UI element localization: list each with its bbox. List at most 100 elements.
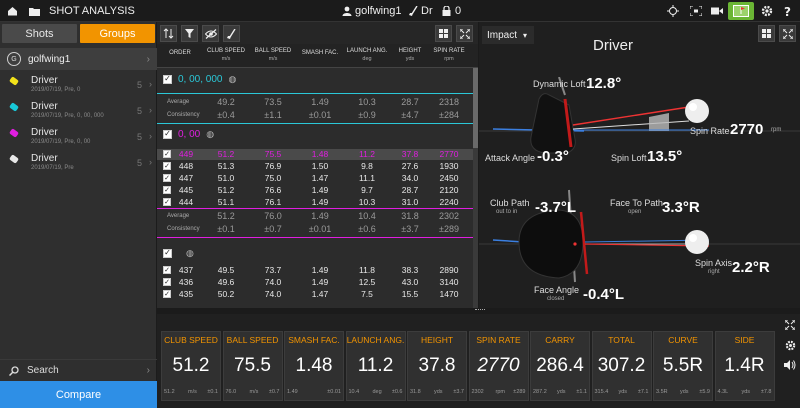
sort-icon[interactable] — [160, 25, 177, 42]
globe-icon[interactable]: ◍ — [206, 129, 214, 140]
group-checkbox[interactable]: ✓ — [163, 248, 172, 258]
sidebar-group-item[interactable]: Driver 2019/07/19, Pre, 0 5 › — [0, 72, 157, 98]
settings-icon[interactable] — [761, 0, 773, 22]
home-icon[interactable] — [7, 0, 18, 22]
metric-card[interactable]: LAUNCH ANG. 11.2 10.4 deg ±0.6 — [345, 331, 406, 401]
table-cell: 1.49 — [311, 277, 329, 287]
metric-footer: 51.2 m/s ±0.1 — [164, 389, 218, 398]
metric-card[interactable]: CLUB SPEED 51.2 51.2 m/s ±0.1 — [161, 331, 221, 401]
screen-capture-icon[interactable] — [690, 0, 702, 22]
club-path-subtitle: out to in — [496, 209, 518, 215]
dynamic-loft-label: Dynamic Loft — [533, 79, 586, 89]
column-header[interactable]: SMASH FAC. — [298, 49, 342, 57]
metric-card[interactable]: BALL SPEED 75.5 76.0 m/s ±0.7 — [222, 331, 283, 401]
expand-icon[interactable] — [783, 318, 797, 332]
column-header[interactable]: HEIGHT yds — [393, 47, 427, 63]
settings-icon[interactable] — [783, 338, 797, 352]
group-header[interactable]: ✓ 0, 00 ◍ — [157, 123, 474, 145]
metric-card[interactable]: SIDE 1.4R 4.3L yds ±7.8 — [714, 331, 775, 401]
table-row[interactable]: ✓ 449 51.2 75.5 1.48 11.2 37.8 2770 — [157, 149, 474, 160]
table-row[interactable]: ✓ 436 49.6 74.0 1.49 12.5 43.0 3140 — [157, 277, 474, 288]
table-row[interactable]: ✓ 435 50.2 74.0 1.47 7.5 15.5 1470 — [157, 289, 474, 300]
globe-icon[interactable]: ◍ — [228, 74, 236, 85]
row-checkbox[interactable]: ✓ — [163, 198, 171, 206]
course-view-icon[interactable] — [728, 2, 754, 20]
table-scrollbar[interactable] — [473, 68, 478, 308]
club-name[interactable]: Dr — [421, 0, 433, 22]
speaker-icon[interactable] — [783, 358, 797, 372]
table-row[interactable]: ✓ 437 49.5 73.7 1.49 11.8 38.3 2890 — [157, 265, 474, 276]
sidebar-group-item[interactable]: Driver 2019/07/19, Pre, 0, 00 5 › — [0, 124, 157, 150]
metric-average: 31.8 — [410, 389, 421, 395]
table-row[interactable]: ✓ 444 51.1 76.1 1.49 10.3 31.0 2240 — [157, 197, 474, 208]
row-checkbox[interactable]: ✓ — [163, 266, 171, 274]
hide-icon[interactable] — [202, 25, 219, 42]
metric-card[interactable]: CURVE 5.5R 3.5R yds ±5.9 — [653, 331, 713, 401]
metric-card[interactable]: HEIGHT 37.8 31.8 yds ±3.7 — [407, 331, 467, 401]
spin-axis-label: Spin Axis — [695, 258, 733, 268]
average-cell: 1.49 — [311, 211, 329, 221]
column-header[interactable]: LAUNCH ANG. deg — [343, 47, 391, 63]
table-row[interactable]: ✓ 447 51.0 75.0 1.47 11.1 34.0 2450 — [157, 173, 474, 184]
sidebar-group-item[interactable]: Driver 2019/07/19, Pre, 0, 00, 000 5 › — [0, 98, 157, 124]
crosshair-icon[interactable] — [667, 0, 679, 22]
metric-value: 37.8 — [418, 355, 456, 376]
group-checkbox[interactable]: ✓ — [163, 74, 172, 84]
metric-label: HEIGHT — [420, 335, 454, 345]
row-checkbox[interactable]: ✓ — [163, 278, 171, 286]
table-toolbar — [157, 22, 478, 44]
drag-handle-icon[interactable] — [475, 309, 485, 312]
spin-loft-label: Spin Loft — [611, 153, 647, 163]
table-cell: 75.0 — [264, 173, 282, 183]
club-path-label: Club Path — [490, 198, 530, 208]
column-header[interactable]: CLUB SPEED m/s — [204, 47, 248, 63]
help-icon[interactable]: ? — [783, 0, 793, 22]
consistency-cell: ±289 — [439, 224, 459, 234]
column-header[interactable]: SPIN RATE rpm — [429, 47, 469, 63]
expand-icon[interactable] — [456, 25, 473, 42]
row-checkbox[interactable]: ✓ — [163, 150, 171, 158]
row-checkbox[interactable]: ✓ — [163, 186, 171, 194]
scroll-thumb[interactable] — [473, 68, 478, 148]
user-row[interactable]: G golfwing1 › — [0, 48, 157, 70]
metric-card[interactable]: SPIN RATE 2770 2302 rpm ±289 — [468, 331, 529, 401]
grid-view-icon[interactable] — [435, 25, 452, 42]
table-cell: 2120 — [439, 185, 459, 195]
compare-button[interactable]: Compare — [0, 381, 157, 408]
group-name: Driver — [31, 101, 58, 112]
group-header[interactable]: ✓ ◍ — [157, 242, 474, 264]
group-header[interactable]: ✓ 0, 00, 000 ◍ — [157, 68, 474, 90]
metric-card[interactable]: TOTAL 307.2 315.4 yds ±7.1 — [591, 331, 652, 401]
column-header[interactable]: ORDER — [161, 49, 199, 57]
chevron-down-icon: ▾ — [523, 30, 528, 40]
tab-shots[interactable]: Shots — [2, 24, 77, 43]
metric-card[interactable]: CARRY 286.4 287.2 yds ±1.1 — [530, 331, 590, 401]
globe-icon[interactable]: ◍ — [186, 248, 194, 259]
table-cell: 447 — [178, 173, 194, 183]
table-row[interactable]: ✓ 448 51.3 76.9 1.50 9.8 27.6 1930 — [157, 161, 474, 172]
row-checkbox[interactable]: ✓ — [163, 290, 171, 298]
metric-card[interactable]: SMASH FAC. 1.48 1.49 ±0.01 — [284, 331, 344, 401]
metric-average: 287.2 — [533, 389, 547, 395]
folder-icon[interactable] — [29, 0, 40, 22]
video-camera-icon[interactable] — [711, 0, 723, 22]
column-header[interactable]: BALL SPEED m/s — [251, 47, 295, 63]
metric-average: 1.49 — [287, 389, 298, 395]
expand-icon[interactable] — [779, 25, 796, 42]
dynamic-loft-value: 12.8° — [586, 75, 622, 92]
filter-icon[interactable] — [181, 25, 198, 42]
search-row[interactable]: Search › — [0, 359, 157, 381]
tab-groups[interactable]: Groups — [80, 24, 155, 43]
sidebar-group-item[interactable]: Driver 2019/07/19, Pre 5 › — [0, 150, 157, 176]
group-subtitle: 2019/07/19, Pre — [31, 165, 74, 171]
user-name[interactable]: golfwing1 — [355, 0, 401, 22]
club-filter-icon[interactable] — [223, 25, 240, 42]
table-row[interactable]: ✓ 445 51.2 76.6 1.49 9.7 28.7 2120 — [157, 185, 474, 196]
metric-unit: rpm — [495, 389, 505, 395]
group-checkbox[interactable]: ✓ — [163, 129, 172, 139]
average-cell: 49.2 — [217, 97, 235, 107]
row-checkbox[interactable]: ✓ — [163, 162, 171, 170]
grid-view-icon[interactable] — [758, 25, 775, 42]
impact-view-select[interactable]: Impact ▾ — [482, 26, 534, 44]
row-checkbox[interactable]: ✓ — [163, 174, 171, 182]
